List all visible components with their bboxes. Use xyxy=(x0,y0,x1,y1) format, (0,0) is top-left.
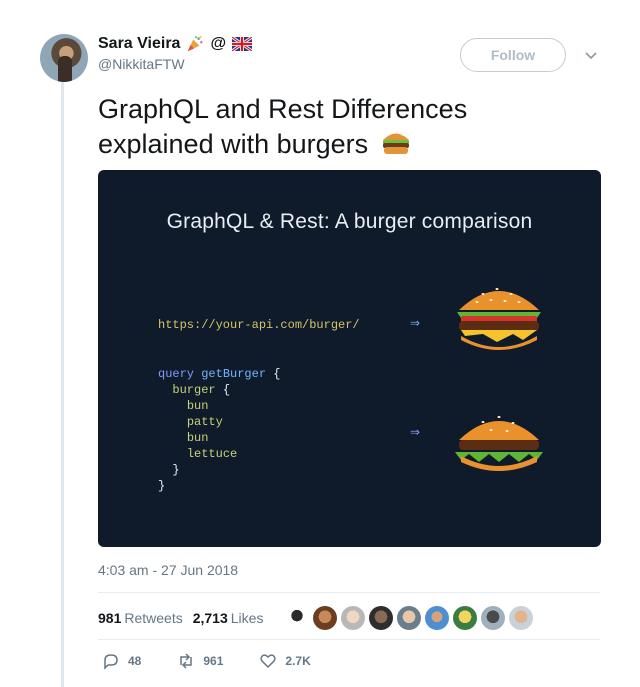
nested-close-brace: } xyxy=(172,463,180,477)
likes-label: Likes xyxy=(230,610,264,626)
retweets-stat[interactable]: 981 Retweets xyxy=(98,610,183,626)
arrow-rest: ⇒ xyxy=(410,316,421,330)
query-field: lettuce xyxy=(186,447,238,461)
liker-avatar[interactable] xyxy=(509,606,534,630)
divider xyxy=(98,592,600,593)
query-field: bun xyxy=(186,431,209,445)
liker-avatar[interactable] xyxy=(397,606,422,630)
custom-burger-illustration xyxy=(455,416,543,471)
tweet-text: GraphQL and Rest Differences explained w… xyxy=(98,92,518,162)
slide-title: GraphQL & Rest: A burger comparison xyxy=(166,210,533,233)
reply-icon xyxy=(104,654,118,670)
arrow-graphql: ⇒ xyxy=(410,425,421,439)
nested-open-brace: { xyxy=(222,383,231,397)
liker-avatar[interactable] xyxy=(453,606,478,630)
retweet-icon xyxy=(180,653,193,669)
likes-stat[interactable]: 2,713 Likes xyxy=(193,610,264,626)
heart-icon xyxy=(260,654,277,669)
query-keyword: query xyxy=(158,367,195,381)
liker-avatars xyxy=(285,606,534,630)
api-url: https://your-api.com/burger/ xyxy=(158,318,360,332)
liker-avatar[interactable] xyxy=(369,606,394,630)
hamburger-emoji-icon xyxy=(382,131,409,154)
uk-flag-icon xyxy=(232,37,253,51)
like-count: 2.7K xyxy=(285,654,311,668)
liker-avatar[interactable] xyxy=(285,606,310,630)
query-name: getBurger xyxy=(201,367,267,381)
liker-avatar[interactable] xyxy=(425,606,450,630)
nested-field: burger xyxy=(172,383,216,397)
query-open-brace: { xyxy=(273,367,281,381)
graphql-query: query getBurger { burger { bun patty bun… xyxy=(158,366,280,494)
liker-avatar[interactable] xyxy=(313,606,338,630)
like-button[interactable]: 2.7K xyxy=(259,652,311,670)
at-symbol: @ xyxy=(210,35,227,52)
chevron-down-icon[interactable] xyxy=(584,48,598,62)
tweet-media-image[interactable]: GraphQL & Rest: A burger comparison http… xyxy=(98,170,601,547)
user-handle[interactable]: @NikkitaFTW xyxy=(98,56,252,72)
thread-line xyxy=(61,80,64,687)
tweet-stats: 981 Retweets 2,713 Likes xyxy=(98,606,534,630)
divider xyxy=(98,639,600,640)
tweet-header: Sara Vieira @ @NikkitaFTW xyxy=(98,35,253,72)
retweets-label: Retweets xyxy=(124,610,183,626)
query-field: bun xyxy=(186,399,209,413)
retweet-count: 961 xyxy=(203,654,224,668)
full-burger-illustration xyxy=(457,288,541,350)
display-name[interactable]: Sara Vieira xyxy=(98,35,180,53)
query-close-brace: } xyxy=(158,479,166,493)
tweet-timestamp[interactable]: 4:03 am - 27 Jun 2018 xyxy=(98,562,238,578)
likes-count: 2,713 xyxy=(192,610,228,626)
party-popper-icon xyxy=(188,35,203,52)
liker-avatar[interactable] xyxy=(481,606,506,630)
retweets-count: 981 xyxy=(98,610,122,626)
follow-button[interactable]: Follow xyxy=(460,38,566,72)
avatar[interactable] xyxy=(40,34,88,82)
reply-button[interactable]: 48 xyxy=(102,652,141,670)
tweet-text-content: GraphQL and Rest Differences explained w… xyxy=(98,94,468,159)
name-row: Sara Vieira @ xyxy=(98,35,253,53)
reply-count: 48 xyxy=(128,654,142,668)
tweet-actions: 48 961 2.7K xyxy=(102,652,347,670)
retweet-button[interactable]: 961 xyxy=(177,652,223,670)
query-field: patty xyxy=(186,415,223,429)
liker-avatar[interactable] xyxy=(341,606,366,630)
